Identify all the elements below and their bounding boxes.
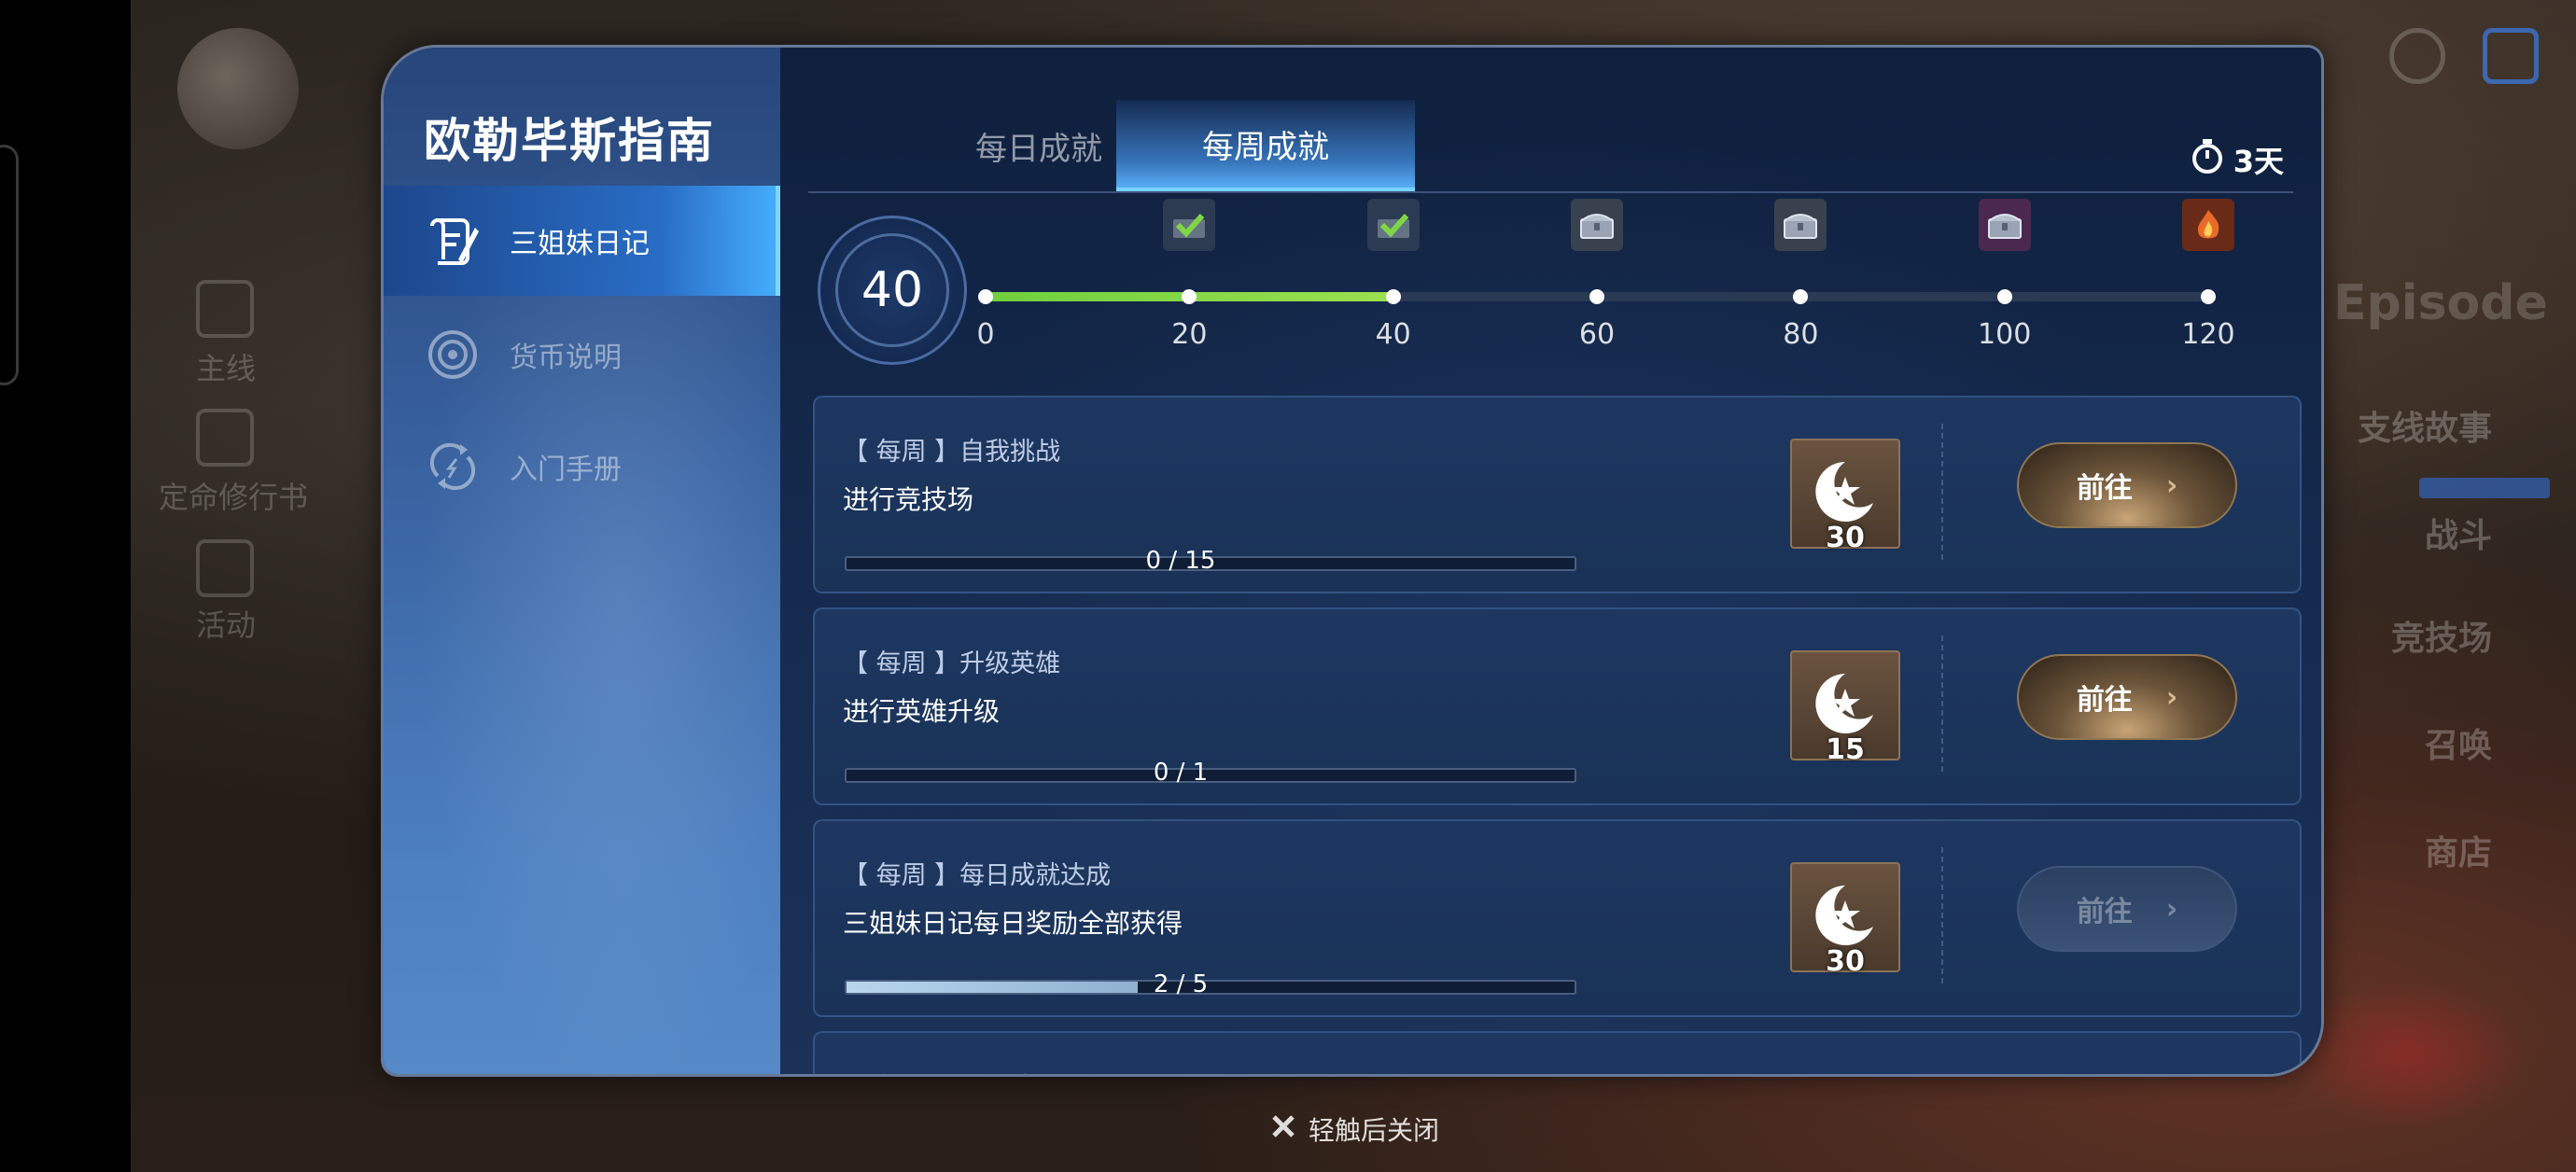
sidebar-item-diary[interactable]: 三姐妹日记 — [384, 186, 780, 296]
timer-text: 3天 — [2233, 144, 2284, 179]
fire-chest-icon[interactable] — [2182, 199, 2234, 251]
milestone-label: 60 — [1578, 318, 1616, 351]
sidebar-item-currency[interactable]: 货币说明 — [384, 300, 780, 410]
quest-progress-text: 0 / 1 — [1153, 759, 1209, 787]
card-divider — [1941, 635, 1943, 775]
close-icon — [1269, 1112, 1297, 1147]
claimed-chest-icon[interactable] — [1163, 199, 1216, 251]
quest-description: 进行英雄升级 — [843, 696, 1001, 727]
milestone-label: 80 — [1783, 318, 1819, 351]
milestone-dot — [1589, 289, 1604, 304]
device-left-bezel — [0, 0, 131, 1172]
book-icon — [196, 409, 254, 467]
go-button[interactable]: 前往 › — [2017, 654, 2237, 740]
silver-chest-icon[interactable] — [1774, 199, 1827, 251]
quest-description: 进行竞技场 — [843, 484, 974, 515]
milestone-label: 120 — [2181, 318, 2235, 351]
arrows-cycle-icon — [423, 437, 483, 496]
chevron-right-icon: › — [2165, 680, 2178, 714]
bg-summon: 召唤 — [2424, 727, 2492, 765]
milestone-track: 0 20 40 60 80 100 120 — [976, 199, 2235, 351]
reward-item[interactable]: 15 — [1790, 650, 1900, 766]
purple-chest-icon[interactable] — [1978, 199, 2031, 251]
tab-weekly-achievements[interactable]: 每周成就 — [1116, 100, 1415, 191]
go-button-label: 前往 — [2076, 896, 2133, 928]
quest-tag: 【 每周 】自我挑战 — [843, 438, 1061, 467]
quest-tag: 【 每周 】升级英雄 — [843, 649, 1061, 678]
milestone-label: 0 — [976, 318, 995, 351]
tab-divider — [808, 191, 2293, 193]
coin-icon — [423, 325, 483, 384]
story-icon — [196, 280, 254, 338]
quest-progress-text: 0 / 15 — [1145, 547, 1216, 575]
milestone-label: 40 — [1375, 318, 1411, 351]
sidebar-item-label: 三姐妹日记 — [510, 228, 650, 260]
bg-menu-main: 主线 — [196, 351, 257, 386]
menu-grid-icon — [2483, 28, 2539, 84]
reset-timer: 3天 — [2191, 137, 2284, 182]
bg-battle: 战斗 — [2424, 517, 2492, 555]
quest-card: 【 每周 】每日成就达成三姐妹日记每日奖励全部获得 2 / 5 30 前往 › — [813, 819, 2302, 1017]
points-badge: 40 — [818, 216, 967, 365]
go-button-label: 前往 — [2076, 472, 2133, 505]
guide-sidebar: 欧勒毕斯指南 三姐妹日记 货币说明 入门手册 — [384, 48, 780, 1074]
sidebar-item-label: 入门手册 — [510, 453, 622, 486]
player-avatar — [177, 28, 299, 149]
go-button[interactable]: 前往 › — [2017, 442, 2237, 528]
quest-tag: 【 每周 】进行決戰現化 — [843, 1067, 1111, 1074]
quest-tag: 【 每周 】每日成就达成 — [843, 861, 1112, 890]
chevron-right-icon: › — [2165, 468, 2178, 502]
new-badge — [2419, 478, 2550, 498]
stopwatch-icon — [2191, 137, 2224, 182]
episode-label: Episode — [2333, 275, 2548, 331]
reward-item[interactable]: 30 — [1790, 862, 1900, 978]
points-value: 40 — [861, 262, 924, 318]
close-hint[interactable]: 轻触后关闭 — [1269, 1110, 1439, 1148]
reward-count: 30 — [1826, 522, 1865, 554]
reward-count: 30 — [1826, 945, 1865, 978]
bg-menu-event: 活动 — [196, 607, 257, 643]
milestone-dot — [1182, 289, 1197, 304]
quest-progress-text: 2 / 5 — [1153, 970, 1209, 998]
chevron-right-icon: › — [2165, 892, 2178, 926]
card-divider — [1941, 847, 1943, 987]
quest-card: 【 每周 】升级英雄 进行英雄升级 0 / 1 15 前往 › — [813, 607, 2302, 805]
quest-card: 【 每周 】自我挑战 进行竞技场 0 / 15 30 前往 › — [813, 396, 2302, 593]
milestone-dot — [978, 289, 993, 304]
milestone-dot — [1996, 289, 2012, 304]
go-button[interactable]: 前往 › — [2017, 866, 2237, 952]
scroll-quill-icon — [423, 211, 483, 271]
claimed-chest-icon[interactable] — [1366, 199, 1420, 251]
device-notch — [0, 145, 19, 385]
event-icon — [196, 539, 254, 597]
sidebar-item-label: 货币说明 — [510, 342, 622, 374]
guide-content: 每日成就 每周成就 3天 40 0 20 40 60 80 100 120 【 每周 】自我… — [780, 48, 2321, 1074]
sidebar-item-handbook[interactable]: 入门手册 — [384, 412, 780, 522]
tab-label: 每周成就 — [1202, 128, 1329, 166]
tab-label: 每日成就 — [975, 130, 1102, 168]
milestone-dot — [1793, 289, 1809, 304]
milestone-dot — [1385, 289, 1401, 304]
bg-menu-training: 定命修行书 — [159, 480, 309, 515]
bg-arena: 竞技场 — [2390, 620, 2492, 658]
milestone-label: 20 — [1171, 318, 1208, 351]
milestone-dot — [2201, 289, 2216, 304]
card-divider — [1941, 424, 1943, 564]
reward-item[interactable]: 30 — [1790, 439, 1900, 554]
reward-count: 15 — [1826, 733, 1865, 766]
bg-shop: 商店 — [2424, 834, 2492, 872]
go-button-label: 前往 — [2076, 684, 2133, 717]
silver-chest-icon[interactable] — [1571, 199, 1623, 251]
close-hint-text: 轻触后关闭 — [1309, 1115, 1440, 1146]
guide-modal: 欧勒毕斯指南 三姐妹日记 货币说明 入门手册 每日成就 每周成就 3天 40 0… — [381, 45, 2324, 1077]
guide-title: 欧勒毕斯指南 — [424, 114, 715, 168]
quest-card: 【 每周 】进行決戰現化 — [813, 1031, 2302, 1074]
quest-description: 三姐妹日记每日奖励全部获得 — [843, 908, 1183, 939]
chat-icon — [2389, 28, 2445, 84]
bg-side-story: 支线故事 — [2357, 410, 2492, 448]
milestone-label: 100 — [1978, 318, 2032, 351]
